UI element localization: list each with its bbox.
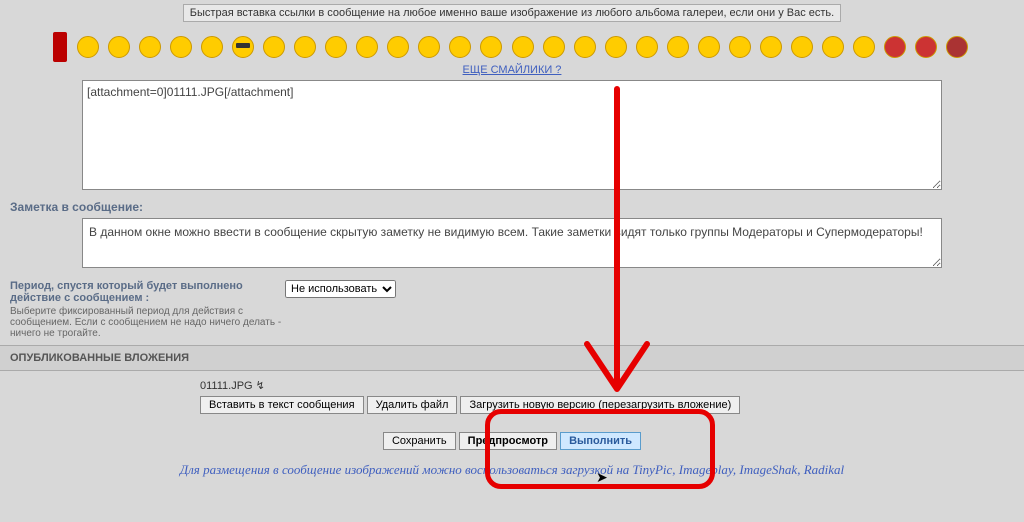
smiley-icon[interactable] — [232, 36, 254, 58]
gallery-hint: Быстрая вставка ссылки в сообщение на лю… — [183, 4, 841, 22]
message-textarea[interactable] — [82, 80, 942, 190]
smiley-icon[interactable] — [108, 36, 130, 58]
smiley-icon[interactable] — [294, 36, 316, 58]
smiley-icon[interactable] — [791, 36, 813, 58]
save-button[interactable]: Сохранить — [383, 432, 456, 450]
insert-attachment-button[interactable]: Вставить в текст сообщения — [200, 396, 364, 414]
smiley-icon[interactable] — [418, 36, 440, 58]
period-desc: Выберите фиксированный период для действ… — [10, 306, 285, 339]
flag-icon[interactable] — [53, 32, 67, 62]
smiley-icon[interactable] — [543, 36, 565, 58]
more-smilies-link[interactable]: ЕЩЕ СМАЙЛИКИ ? — [0, 64, 1024, 76]
smiley-icon[interactable] — [387, 36, 409, 58]
smiley-icon[interactable] — [325, 36, 347, 58]
delete-attachment-button[interactable]: Удалить файл — [367, 396, 458, 414]
smiley-icon[interactable] — [853, 36, 875, 58]
smiley-icon[interactable] — [139, 36, 161, 58]
attachment-filename: 01111.JPG — [200, 380, 253, 392]
attachments-header: ОПУБЛИКОВАННЫЕ ВЛОЖЕНИЯ — [0, 345, 1024, 371]
note-label: Заметка в сообщение: — [10, 200, 1014, 214]
smiley-icon[interactable] — [170, 36, 192, 58]
emoji-picker-row — [0, 26, 1024, 64]
devil-icon[interactable] — [946, 36, 968, 58]
smiley-icon[interactable] — [605, 36, 627, 58]
period-select[interactable]: Не использовать — [285, 280, 396, 298]
attachment-arrow-icon: ↯ — [256, 380, 265, 392]
footer-hint: Для размещения в сообщение изображений м… — [0, 456, 1024, 484]
smiley-icon[interactable] — [356, 36, 378, 58]
smiley-icon[interactable] — [480, 36, 502, 58]
smiley-icon[interactable] — [822, 36, 844, 58]
smiley-icon[interactable] — [449, 36, 471, 58]
execute-button[interactable]: Выполнить — [560, 432, 641, 450]
smiley-icon[interactable] — [667, 36, 689, 58]
smiley-icon[interactable] — [201, 36, 223, 58]
smiley-icon[interactable] — [729, 36, 751, 58]
devil-icon[interactable] — [884, 36, 906, 58]
period-title: Период, спустя который будет выполнено д… — [10, 280, 285, 304]
devil-icon[interactable] — [915, 36, 937, 58]
smiley-icon[interactable] — [574, 36, 596, 58]
reload-attachment-button[interactable]: Загрузить новую версию (перезагрузить вл… — [460, 396, 740, 414]
smiley-icon[interactable] — [760, 36, 782, 58]
smiley-icon[interactable] — [263, 36, 285, 58]
preview-button[interactable]: Предпросмотр — [459, 432, 557, 450]
smiley-icon[interactable] — [636, 36, 658, 58]
smiley-icon[interactable] — [698, 36, 720, 58]
smiley-icon[interactable] — [77, 36, 99, 58]
smiley-icon[interactable] — [512, 36, 534, 58]
note-textarea[interactable] — [82, 218, 942, 268]
